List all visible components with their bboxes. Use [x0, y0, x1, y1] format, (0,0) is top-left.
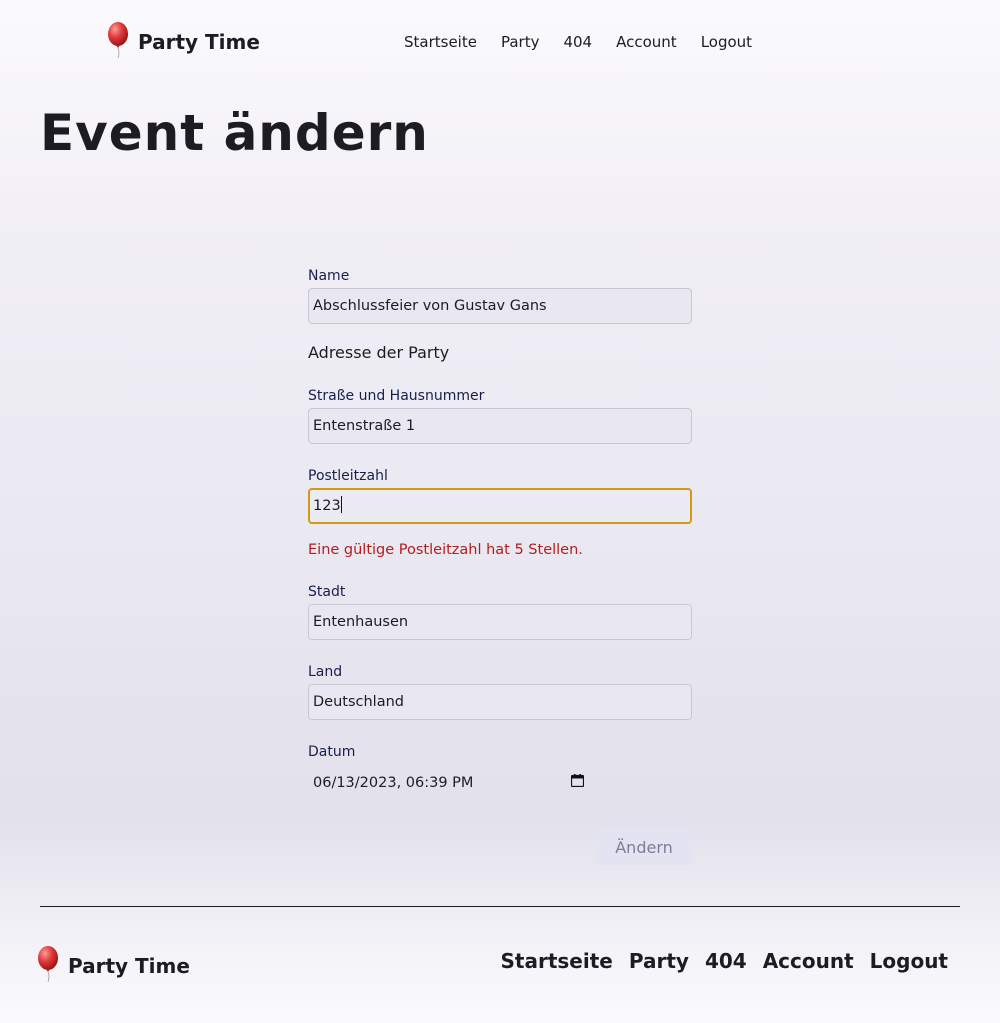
footer-brand-name: Party Time	[68, 954, 190, 978]
page-title: Event ändern	[40, 104, 429, 162]
brand-logo[interactable]: Party Time	[106, 22, 260, 62]
footer-nav-logout[interactable]: Logout	[870, 949, 948, 973]
brand-name: Party Time	[138, 30, 260, 54]
main-nav: Startseite Party 404 Account Logout	[404, 33, 752, 51]
date-label: Datum	[308, 744, 356, 760]
nav-404[interactable]: 404	[563, 33, 592, 51]
footer-nav: Startseite Party 404 Account Logout	[501, 949, 948, 973]
zip-error-message: Eine gültige Postleitzahl hat 5 Stellen.	[308, 542, 583, 558]
footer-nav-party[interactable]: Party	[629, 949, 689, 973]
city-input[interactable]: Entenhausen	[308, 604, 692, 640]
footer-nav-account[interactable]: Account	[763, 949, 854, 973]
nav-account[interactable]: Account	[616, 33, 677, 51]
date-field-group: Datum	[308, 744, 692, 760]
city-label: Stadt	[308, 584, 346, 600]
balloon-icon	[36, 946, 60, 986]
nav-logout[interactable]: Logout	[701, 33, 752, 51]
footer-nav-404[interactable]: 404	[705, 949, 747, 973]
name-label: Name	[308, 268, 350, 284]
footer-brand-logo[interactable]: Party Time	[36, 946, 190, 986]
country-input[interactable]: Deutschland	[308, 684, 692, 720]
street-label: Straße und Hausnummer	[308, 388, 485, 404]
country-label: Land	[308, 664, 343, 680]
date-value: 06/13/2023, 06:39 PM	[313, 774, 474, 791]
nav-party[interactable]: Party	[501, 33, 540, 51]
footer-divider	[40, 906, 960, 907]
zip-input[interactable]: 123	[308, 488, 692, 524]
country-field-group: Land Deutschland	[308, 664, 692, 720]
date-input[interactable]: 06/13/2023, 06:39 PM	[313, 774, 585, 791]
city-field-group: Stadt Entenhausen	[308, 584, 692, 640]
nav-startseite[interactable]: Startseite	[404, 33, 477, 51]
name-field-group: Name Abschlussfeier von Gustav Gans	[308, 268, 692, 324]
footer-nav-startseite[interactable]: Startseite	[501, 949, 613, 973]
zip-field-group: Postleitzahl 123	[308, 468, 692, 524]
text-caret	[340, 496, 342, 513]
street-input[interactable]: Entenstraße 1	[308, 408, 692, 444]
balloon-icon	[106, 22, 130, 62]
name-input[interactable]: Abschlussfeier von Gustav Gans	[308, 288, 692, 324]
zip-label: Postleitzahl	[308, 468, 388, 484]
zip-value: 123	[313, 498, 341, 514]
submit-button[interactable]: Ändern	[596, 829, 692, 865]
site-header: Party Time Startseite Party 404 Account …	[0, 0, 1000, 84]
calendar-icon[interactable]	[571, 774, 585, 791]
address-heading: Adresse der Party	[308, 343, 450, 362]
street-field-group: Straße und Hausnummer Entenstraße 1	[308, 388, 692, 444]
